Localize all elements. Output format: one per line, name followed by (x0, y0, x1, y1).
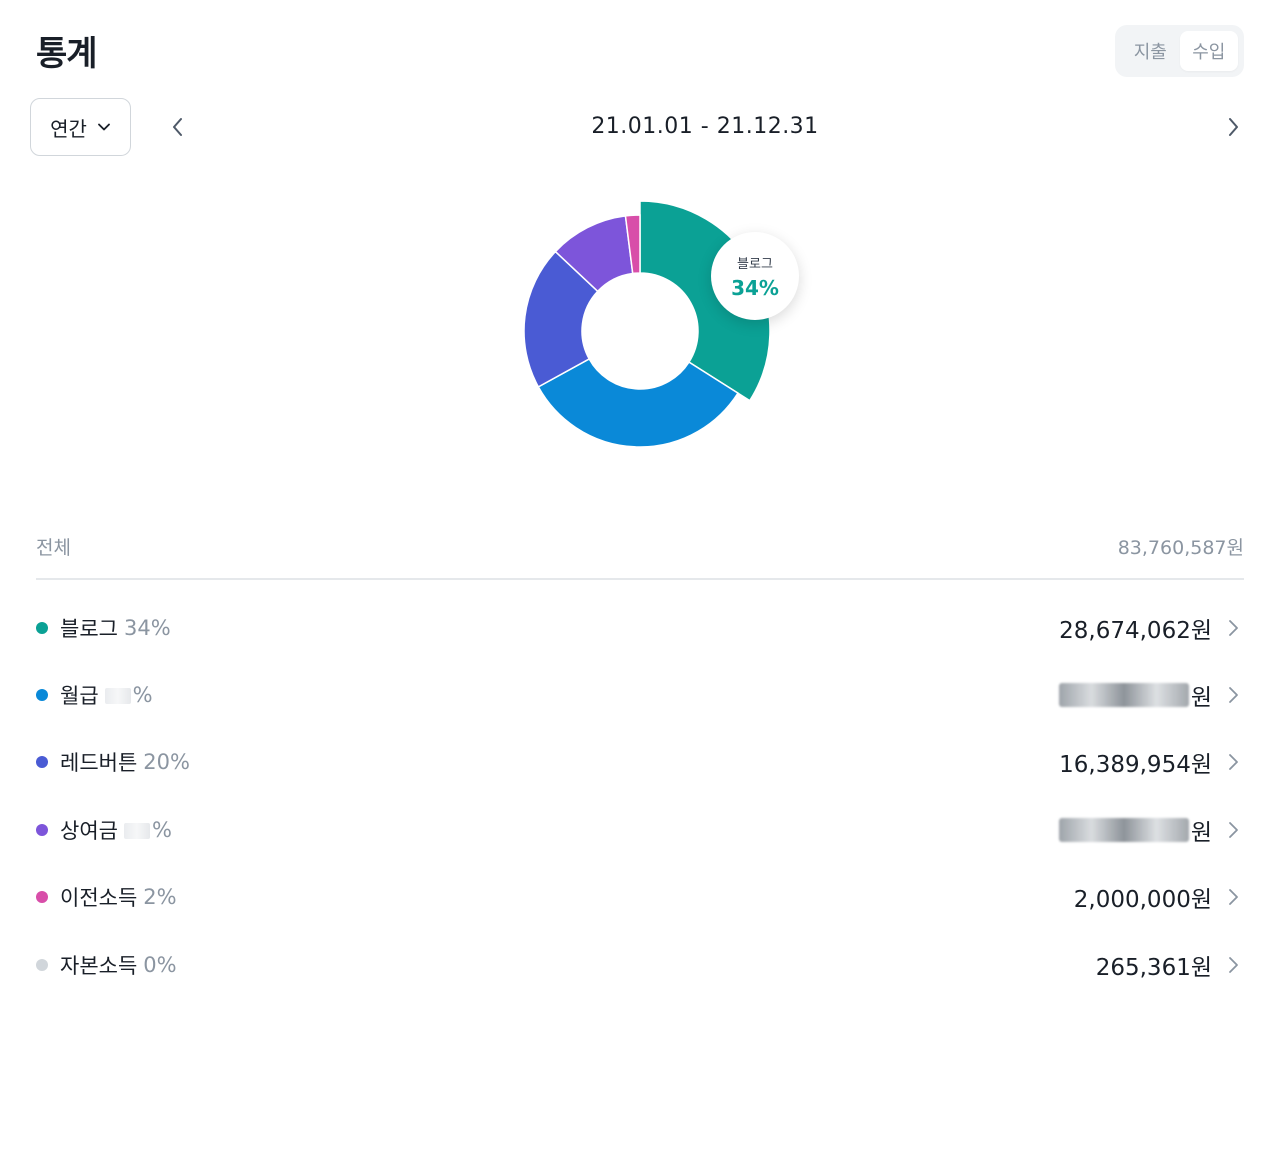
redacted-amount (1058, 817, 1189, 842)
item-amount: 265,361원 (1095, 954, 1212, 981)
item-percent: 20% (143, 750, 190, 775)
item-percent-redacted: % (104, 683, 153, 707)
item-percent: 0% (143, 952, 177, 977)
chevron-right-icon (1229, 889, 1238, 906)
total-amount: 83,760,587원 (1117, 537, 1244, 559)
total-row: 전체 83,760,587원 (36, 533, 1244, 560)
list-item-redbutton[interactable]: 레드버튼 20% 16,389,954원 (36, 729, 1244, 796)
redacted-value (123, 822, 150, 839)
list-item-transfer-income[interactable]: 이전소득 2% 2,000,000원 (36, 864, 1244, 931)
toggle-income[interactable]: 수입 (1179, 31, 1238, 71)
chevron-right-icon (1229, 956, 1238, 973)
income-expense-toggle[interactable]: 지출 수입 (1115, 25, 1244, 77)
redacted-amount (1058, 683, 1189, 708)
item-amount: 16,389,954원 (1059, 752, 1212, 779)
item-name: 이전소득 (60, 886, 138, 911)
tooltip-value: 34% (731, 275, 779, 300)
item-amount-redacted: 원 (1058, 813, 1212, 847)
item-percent-redacted: % (123, 818, 172, 842)
category-list: 블로그 34% 28,674,062원 월급 % 원 레드버튼 20% 16,3… (36, 594, 1244, 998)
color-dot (36, 689, 48, 702)
redacted-value (104, 688, 131, 705)
chevron-right-icon (1229, 687, 1238, 703)
total-label: 전체 (36, 537, 71, 559)
list-item-salary[interactable]: 월급 % 원 (36, 661, 1244, 728)
toggle-expense[interactable]: 지출 (1121, 31, 1180, 71)
chevron-right-icon (1229, 118, 1238, 136)
item-amount-redacted: 원 (1058, 678, 1212, 712)
chevron-right-icon (1229, 619, 1238, 636)
page-title: 통계 (36, 34, 98, 74)
item-name: 상여금 (60, 818, 118, 843)
color-dot (36, 621, 48, 634)
list-item-capital-income[interactable]: 자본소득 0% 265,361원 (36, 931, 1244, 998)
list-item-bonus[interactable]: 상여금 % 원 (36, 796, 1244, 863)
item-percent: 2% (143, 885, 177, 910)
color-dot (36, 823, 48, 836)
item-percent: 34% (123, 615, 171, 640)
list-item-blog[interactable]: 블로그 34% 28,674,062원 (36, 594, 1244, 661)
item-name: 자본소득 (60, 953, 138, 978)
item-name: 블로그 (60, 616, 118, 641)
item-name: 월급 (60, 684, 99, 709)
chart-tooltip: 블로그 34% (711, 232, 799, 320)
divider (36, 578, 1244, 580)
next-period-button[interactable] (1220, 114, 1246, 140)
date-range: 21.01.01 - 21.12.31 (591, 114, 819, 139)
color-dot (36, 756, 48, 769)
item-name: 레드버튼 (60, 751, 138, 776)
item-amount: 28,674,062원 (1059, 617, 1212, 644)
color-dot (36, 958, 48, 971)
color-dot (36, 891, 48, 904)
chevron-right-icon (1229, 821, 1238, 838)
chevron-right-icon (1229, 754, 1238, 771)
tooltip-label: 블로그 (737, 256, 773, 272)
item-amount: 2,000,000원 (1073, 887, 1212, 914)
